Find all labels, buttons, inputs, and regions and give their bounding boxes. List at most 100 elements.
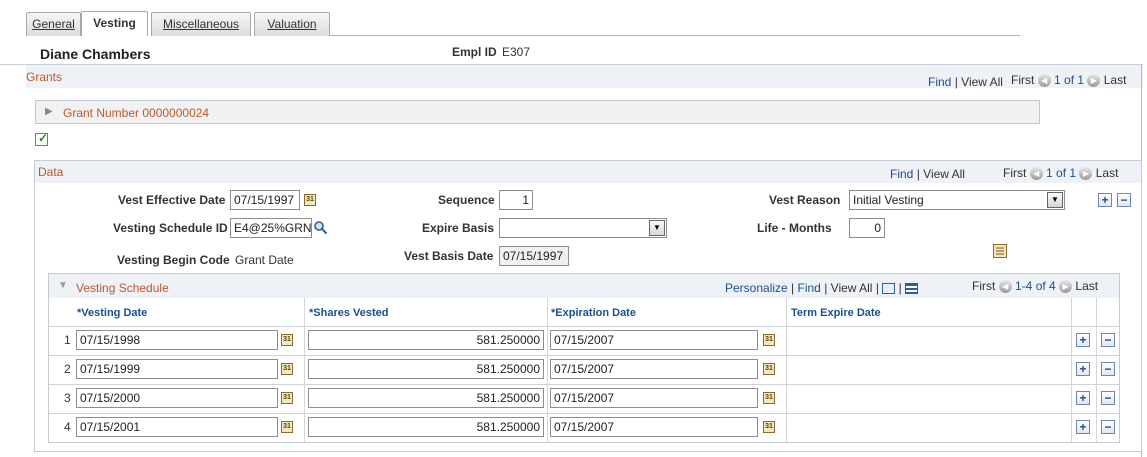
vesting-date-field[interactable]: 07/15/2000: [76, 388, 278, 408]
vesting-begin-code-label: Vesting Begin Code: [117, 253, 230, 267]
calendar-icon[interactable]: 31: [281, 392, 293, 404]
next-arrow-icon[interactable]: ▶: [1059, 280, 1073, 294]
tab-valuation[interactable]: Valuation: [254, 12, 330, 36]
calendar-icon[interactable]: 31: [763, 392, 775, 404]
shares-vested-field[interactable]: 581.250000: [308, 388, 544, 408]
row-number: 2: [64, 362, 71, 376]
column-header-shares-vested[interactable]: *Shares Vested: [309, 307, 389, 319]
tab-valuation-label: Valuation: [267, 17, 317, 31]
calendar-icon[interactable]: 31: [281, 421, 293, 433]
expire-basis-select[interactable]: ▼: [499, 218, 667, 238]
grants-first: First: [1011, 73, 1035, 87]
nav-sep-2: |: [824, 281, 828, 295]
column-header-expiration-date[interactable]: *Expiration Date: [551, 307, 636, 319]
magnifier-icon[interactable]: [313, 220, 328, 235]
calendar-icon[interactable]: 31: [763, 421, 775, 433]
add-row-button[interactable]: +: [1098, 193, 1112, 207]
grant-number-label: Grant Number 0000000024: [63, 106, 210, 120]
grants-nav-sep: |: [954, 75, 958, 89]
tab-general-label: General: [32, 17, 75, 31]
data-title: Data: [38, 165, 64, 179]
grants-bar-line: [0, 64, 26, 65]
tab-underline-right: [330, 35, 1020, 36]
grants-pager: First ◀ 1 of 1 ▶ Last: [1011, 73, 1127, 88]
tab-miscellaneous[interactable]: Miscellaneous: [151, 12, 251, 36]
shares-vested-field[interactable]: 581.250000: [308, 359, 544, 379]
grant-number-row[interactable]: ▶ Grant Number 0000000024: [35, 100, 1040, 124]
calendar-icon[interactable]: 31: [281, 363, 293, 375]
delete-row-button[interactable]: −: [1101, 333, 1115, 347]
row-number: 4: [64, 420, 71, 434]
expiration-date-field[interactable]: 07/15/2007: [550, 359, 758, 379]
calendar-icon[interactable]: 31: [763, 363, 775, 375]
expiration-date-field[interactable]: 07/15/2007: [550, 330, 758, 350]
prev-arrow-icon[interactable]: ◀: [1029, 167, 1043, 181]
tab-vesting[interactable]: Vesting: [81, 11, 148, 36]
vest-reason-label: Vest Reason: [769, 193, 841, 207]
vesting-date-field[interactable]: 07/15/2001: [76, 417, 278, 437]
prev-arrow-icon[interactable]: ◀: [1037, 74, 1051, 88]
delete-row-button[interactable]: −: [1117, 193, 1131, 207]
sequence-label: Sequence: [438, 193, 495, 207]
tab-miscellaneous-label: Miscellaneous: [162, 17, 240, 31]
download-grid-icon[interactable]: [905, 283, 919, 295]
calendar-icon[interactable]: 31: [304, 194, 316, 206]
life-months-field[interactable]: 0: [849, 218, 885, 238]
add-row-button[interactable]: +: [1076, 333, 1090, 347]
life-months-label: Life - Months: [757, 221, 832, 235]
calendar-icon[interactable]: 31: [281, 334, 293, 346]
vest-effective-date-label: Vest Effective Date: [118, 193, 226, 207]
grants-count: 1 of 1: [1054, 73, 1085, 87]
grants-view-all[interactable]: View All: [961, 75, 1003, 89]
vesting-schedule-id-field[interactable]: E4@25%GRN: [230, 218, 312, 238]
vesting-begin-code-value: Grant Date: [235, 253, 294, 267]
vesting-date-field[interactable]: 07/15/1999: [76, 359, 278, 379]
data-pager: First ◀ 1 of 1 ▶ Last: [1003, 166, 1118, 181]
zoom-grid-icon[interactable]: [882, 283, 896, 295]
vest-effective-date-field[interactable]: 07/15/1997: [230, 190, 300, 210]
empl-id-value: E307: [502, 45, 531, 59]
checklist-icon[interactable]: ✓: [35, 131, 48, 146]
expiration-date-field[interactable]: 07/15/2007: [550, 388, 758, 408]
find-link[interactable]: Find: [798, 281, 821, 295]
personalize-link[interactable]: Personalize: [725, 281, 788, 295]
schedule-count: 1-4 of 4: [1015, 279, 1056, 293]
schedule-first: First: [972, 279, 996, 293]
column-header-term-expire-date[interactable]: Term Expire Date: [791, 307, 881, 319]
delete-row-button[interactable]: −: [1101, 420, 1115, 434]
vest-reason-select[interactable]: Initial Vesting ▼: [849, 190, 1065, 210]
vest-basis-date-field: 07/15/1997: [499, 246, 569, 266]
add-row-button[interactable]: +: [1076, 420, 1090, 434]
shares-vested-field[interactable]: 581.250000: [308, 417, 544, 437]
next-arrow-icon[interactable]: ▶: [1079, 167, 1093, 181]
vesting-schedule-pager: First ◀ 1-4 of 4 ▶ Last: [972, 279, 1098, 294]
data-find-link[interactable]: Find: [890, 167, 913, 181]
vesting-schedule-title: Vesting Schedule: [76, 281, 169, 295]
prev-arrow-icon[interactable]: ◀: [998, 280, 1012, 294]
data-view-all[interactable]: View All: [923, 167, 965, 181]
chevron-down-icon[interactable]: ▼: [649, 220, 665, 236]
grants-last: Last: [1103, 73, 1127, 87]
data-header: [35, 161, 1141, 183]
grants-find-link[interactable]: Find: [928, 75, 951, 89]
shares-vested-field[interactable]: 581.250000: [308, 330, 544, 350]
column-header-vesting-date[interactable]: *Vesting Date: [77, 307, 147, 319]
grants-title: Grants: [26, 70, 63, 84]
add-row-button[interactable]: +: [1076, 362, 1090, 376]
schedule-grid-icon[interactable]: [993, 244, 1007, 258]
grants-nav: Find | View All: [928, 75, 1003, 89]
collapse-triangle-icon[interactable]: ▼: [58, 280, 68, 291]
view-all-link[interactable]: View All: [831, 281, 873, 295]
delete-row-button[interactable]: −: [1101, 391, 1115, 405]
vesting-date-field[interactable]: 07/15/1998: [76, 330, 278, 350]
expand-triangle-icon[interactable]: ▶: [45, 106, 53, 117]
tab-vesting-label: Vesting: [93, 16, 136, 30]
calendar-icon[interactable]: 31: [763, 334, 775, 346]
delete-row-button[interactable]: −: [1101, 362, 1115, 376]
chevron-down-icon[interactable]: ▼: [1047, 192, 1063, 208]
expiration-date-field[interactable]: 07/15/2007: [550, 417, 758, 437]
tab-general[interactable]: General: [26, 12, 81, 36]
next-arrow-icon[interactable]: ▶: [1087, 74, 1101, 88]
add-row-button[interactable]: +: [1076, 391, 1090, 405]
sequence-field[interactable]: 1: [499, 190, 533, 210]
